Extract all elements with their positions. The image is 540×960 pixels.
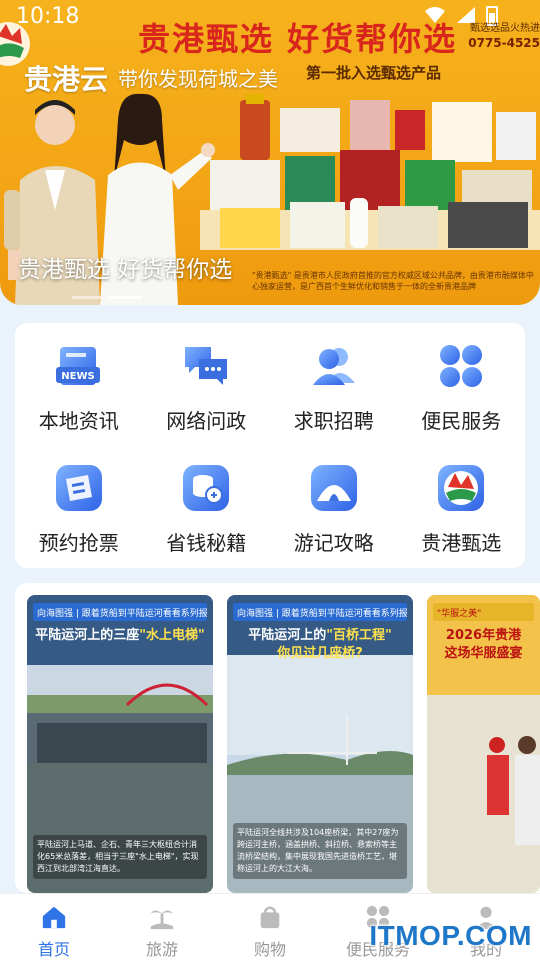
video-title-text: 平陆运河上的 [248, 628, 327, 643]
grid-item-label: 网络问政 [166, 409, 247, 433]
product-collage-image [200, 94, 540, 250]
ad-headline: 贵港甄选 好货帮你选 [138, 20, 458, 58]
carousel-dot-active[interactable] [108, 296, 142, 299]
ad-phone: 0775-4525 [468, 36, 540, 50]
grid-item-travel-guide[interactable]: 游记攻略 [270, 445, 398, 567]
video-description: 平陆运河上马道、企石、青年三大枢纽合计消化65米总落差，相当于三座"水上电梯"，… [33, 835, 207, 879]
svg-text:NEWS: NEWS [61, 371, 94, 382]
tab-label: 首页 [37, 940, 70, 959]
video-tag: "华服之美" [433, 603, 534, 621]
tent-icon [310, 465, 357, 511]
video-title: 平陆运河上的三座"水上电梯" [27, 627, 213, 645]
tab-home[interactable]: 首页 [0, 894, 108, 960]
ad-subtitle: 第一批入选甄选产品 [306, 64, 442, 82]
video-title-text: 2026年贵港 [445, 628, 522, 643]
grid-item-label: 求职招聘 [293, 409, 374, 433]
banner-caption: 贵港甄选 好货帮你选 [18, 257, 233, 283]
ticket-icon [55, 465, 102, 511]
video-card[interactable]: 向海图强 | 跟着货船到平陆运河看看系列报道 平陆运河上的三座"水上电梯" 平陆… [27, 595, 213, 893]
grid-item-jobs[interactable]: 求职招聘 [270, 323, 398, 445]
home-icon [42, 906, 66, 929]
video-title-second-line: 你见过几座桥? [277, 646, 363, 661]
watermark: ITMOP.COM [369, 920, 532, 951]
grid-item-ticket-booking[interactable]: 预约抢票 [15, 445, 143, 567]
grid-item-online-inquiry[interactable]: 网络问政 [143, 323, 271, 445]
video-tag: 向海图强 | 跟着货船到平陆运河看看系列报道 [33, 603, 207, 621]
people-icon [312, 348, 355, 385]
grid-item-label: 游记攻略 [293, 531, 374, 555]
video-title-highlight: "水上电梯" [139, 628, 205, 643]
coins-icon [183, 465, 230, 511]
tab-travel[interactable]: 旅游 [108, 894, 216, 960]
video-tag: 向海图强 | 跟着货船到平陆运河看看系列报道 [233, 603, 407, 621]
chat-icon [185, 347, 228, 385]
video-title-second-line: 这场华服盛宴 [444, 646, 523, 661]
video-card[interactable]: "华服之美" 2026年贵港 这场华服盛宴 [427, 595, 540, 893]
tab-shopping[interactable]: 购物 [216, 894, 324, 960]
grid-item-money-saving[interactable]: 省钱秘籍 [143, 445, 271, 567]
grid-item-label: 本地资讯 [38, 409, 119, 433]
video-card[interactable]: 向海图强 | 跟着货船到平陆运河看看系列报道 平陆运河上的"百桥工程" 你见过几… [227, 595, 413, 893]
four-petal-icon [440, 345, 483, 387]
carousel-indicator [72, 296, 142, 299]
grid-item-label: 预约抢票 [38, 531, 119, 555]
video-feed: 向海图强 | 跟着货船到平陆运河看看系列报道 平陆运河上的三座"水上电梯" 平陆… [15, 583, 540, 893]
news-icon: NEWS [55, 347, 100, 385]
video-description: 平陆运河全线共涉及104座桥梁，其中27座为跨运河主桥，涵盖拱桥、斜拉桥、悬索桥… [233, 823, 407, 879]
promo-banner[interactable]: 10:18 贵港甄选 好货帮你选 甄选选品火热进 0775-4525 贵港云 带… [0, 0, 540, 305]
island-icon [150, 910, 174, 930]
service-grid-card: NEWS 本地资讯 网络问政 求职招聘 便民服务 预约抢票 省钱秘籍 游记攻略 … [15, 323, 525, 568]
grid-item-label: 便民服务 [421, 409, 502, 433]
carousel-dot[interactable] [72, 296, 102, 299]
tab-label: 旅游 [145, 940, 178, 959]
ad-side-line: 甄选选品火热进 [470, 23, 540, 34]
grid-item-label: 省钱秘籍 [166, 531, 247, 555]
service-grid: NEWS 本地资讯 网络问政 求职招聘 便民服务 预约抢票 省钱秘籍 游记攻略 … [15, 323, 525, 567]
ad-side-info: 甄选选品火热进 0775-4525 [468, 22, 540, 50]
tab-label: 购物 [253, 940, 286, 959]
grid-item-label: 贵港甄选 [421, 531, 502, 555]
banner-fine-print: "贵港甄选" 是贵港市人民政府首推的官方权威区域公共品牌，由贵港市融媒体中心独家… [252, 271, 534, 291]
video-title-highlight: "百桥工程" [326, 628, 392, 643]
grid-item-convenience[interactable]: 便民服务 [398, 323, 526, 445]
grid-item-guigang-select[interactable]: 贵港甄选 [398, 445, 526, 567]
brand-logo-icon [438, 465, 485, 511]
grid-item-local-news[interactable]: NEWS 本地资讯 [15, 323, 143, 445]
video-title-text: 平陆运河上的三座 [35, 628, 140, 643]
video-title: 平陆运河上的"百桥工程" 你见过几座桥? [227, 627, 413, 663]
video-title: 2026年贵港 这场华服盛宴 [427, 627, 540, 663]
bag-icon [260, 906, 280, 929]
